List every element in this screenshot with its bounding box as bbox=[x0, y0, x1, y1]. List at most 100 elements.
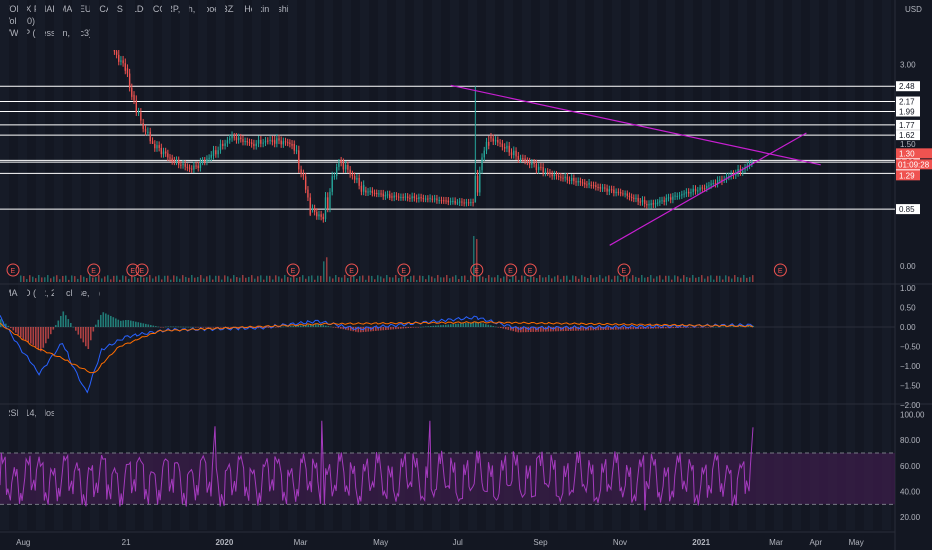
candle-body bbox=[158, 145, 160, 148]
volume-bar bbox=[242, 275, 244, 282]
macd-histogram-bar bbox=[97, 319, 100, 327]
volume-bar bbox=[173, 275, 175, 282]
candle-body bbox=[415, 198, 418, 200]
macd-histogram-bar bbox=[315, 324, 317, 327]
candle-body bbox=[490, 136, 492, 139]
candle-body bbox=[674, 195, 676, 197]
volume-bar bbox=[491, 277, 493, 282]
macd-histogram-bar bbox=[412, 327, 415, 328]
macd-histogram-bar bbox=[215, 327, 217, 328]
macd-histogram-bar bbox=[277, 327, 280, 328]
volume-bar bbox=[521, 275, 523, 282]
candle-body bbox=[395, 195, 398, 197]
macd-histogram-bar bbox=[740, 326, 742, 327]
macd-histogram-bar bbox=[230, 327, 232, 328]
candle-body bbox=[676, 195, 678, 197]
macd-histogram-bar bbox=[67, 319, 70, 327]
volume-bar bbox=[110, 279, 112, 282]
candle-body bbox=[590, 184, 592, 186]
volume-bar bbox=[320, 275, 322, 282]
candle-body bbox=[217, 150, 219, 155]
macd-axis-tick: −1.00 bbox=[900, 362, 921, 371]
candle-body bbox=[167, 153, 169, 158]
candle-body bbox=[276, 138, 278, 144]
macd-histogram-bar bbox=[597, 327, 600, 331]
candle-body bbox=[678, 195, 681, 197]
volume-bar bbox=[122, 275, 124, 282]
volume-bar bbox=[629, 278, 631, 282]
candle-body bbox=[340, 160, 342, 163]
candle-body bbox=[286, 142, 289, 144]
macd-histogram-bar bbox=[340, 327, 342, 329]
candle-body bbox=[224, 143, 226, 146]
macd-histogram-bar bbox=[447, 324, 450, 327]
macd-histogram-bar bbox=[285, 326, 287, 327]
candle-body bbox=[311, 208, 314, 210]
volume-bar bbox=[308, 276, 310, 282]
volume-bar bbox=[683, 275, 685, 282]
macd-histogram-bar bbox=[487, 324, 490, 327]
candle-body bbox=[626, 193, 628, 196]
candle-body bbox=[617, 191, 620, 193]
candle-body bbox=[449, 201, 452, 203]
candle-body bbox=[542, 167, 544, 173]
volume-bar bbox=[611, 279, 613, 282]
candle-body bbox=[619, 192, 622, 194]
macd-histogram-bar bbox=[697, 327, 700, 328]
candle-body bbox=[177, 160, 180, 165]
macd-histogram-bar bbox=[75, 327, 77, 331]
macd-histogram-bar bbox=[337, 327, 340, 329]
volume-bar bbox=[263, 279, 265, 282]
volume-bar bbox=[101, 278, 103, 282]
candle-body bbox=[293, 143, 295, 151]
candle-body bbox=[195, 165, 197, 167]
candle-body bbox=[643, 199, 646, 205]
volume-bar bbox=[515, 275, 517, 282]
earnings-label: E bbox=[528, 268, 533, 275]
macd-histogram-bar bbox=[490, 325, 492, 327]
candle-body bbox=[599, 187, 602, 189]
volume-bar bbox=[35, 278, 37, 282]
volume-bar bbox=[71, 275, 73, 282]
volume-bar bbox=[536, 278, 538, 282]
candle-body bbox=[137, 112, 140, 114]
macd-histogram-bar bbox=[30, 327, 32, 344]
volume-bar bbox=[95, 277, 97, 282]
macd-histogram-bar bbox=[187, 326, 190, 328]
volume-bar bbox=[599, 275, 601, 282]
earnings-label: E bbox=[349, 268, 354, 275]
volume-bar bbox=[692, 275, 694, 282]
volume-bar bbox=[257, 276, 259, 282]
time-axis-tick: Aug bbox=[16, 538, 30, 547]
earnings-label: E bbox=[508, 268, 513, 275]
candle-body bbox=[149, 131, 151, 142]
macd-histogram-bar bbox=[507, 327, 510, 330]
candle-body bbox=[201, 160, 204, 162]
macd-histogram-bar bbox=[87, 327, 90, 350]
volume-bar bbox=[299, 276, 301, 282]
candle-body bbox=[191, 168, 193, 170]
candle-body bbox=[479, 170, 481, 193]
candle-body bbox=[335, 167, 338, 177]
candle-body bbox=[654, 202, 657, 205]
candle-body bbox=[615, 191, 617, 194]
candle-body bbox=[595, 185, 597, 187]
volume-bar bbox=[83, 276, 85, 282]
volume-bar bbox=[479, 275, 481, 282]
time-band bbox=[234, 0, 243, 530]
volume-bar bbox=[380, 276, 382, 282]
macd-histogram-bar bbox=[632, 327, 635, 330]
chart-canvas[interactable]: USD2.482.171.991.771.621.281.160.853.001… bbox=[0, 0, 932, 550]
candle-body bbox=[246, 141, 249, 143]
candle-body bbox=[501, 143, 504, 147]
candle-body bbox=[447, 200, 450, 203]
candle-body bbox=[601, 187, 604, 189]
volume-bar bbox=[716, 275, 718, 282]
candle-body bbox=[483, 150, 485, 158]
candle-body bbox=[560, 176, 562, 178]
volume-bar bbox=[560, 279, 562, 282]
macd-histogram-bar bbox=[705, 327, 707, 328]
volume-bar bbox=[98, 275, 100, 282]
time-band bbox=[378, 0, 387, 530]
candle-body bbox=[557, 176, 560, 178]
